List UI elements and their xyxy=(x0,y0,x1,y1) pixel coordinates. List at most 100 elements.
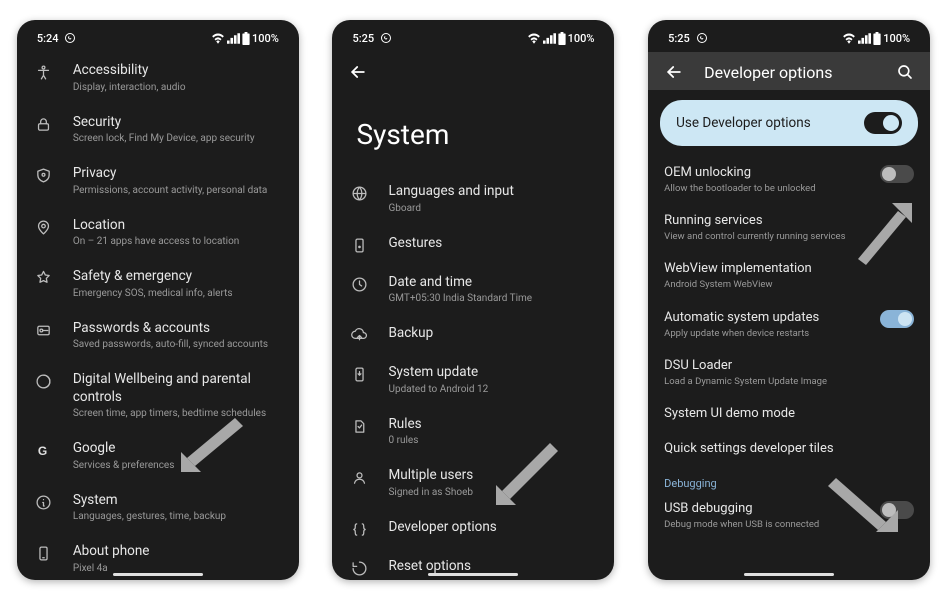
row-title: Privacy xyxy=(73,165,283,183)
row-title: Rules xyxy=(388,416,598,434)
row-subtitle: View and control currently running servi… xyxy=(664,231,914,243)
row-title: WebView implementation xyxy=(664,261,914,278)
settings-row-medical[interactable]: Safety & emergency Emergency SOS, medica… xyxy=(17,258,299,310)
system-row-braces[interactable]: Developer options xyxy=(332,509,614,548)
location-icon xyxy=(33,217,55,236)
key-icon xyxy=(33,320,55,339)
master-toggle-row[interactable]: Use Developer options xyxy=(660,100,918,146)
row-title: Languages and input xyxy=(388,183,598,201)
system-row-gesture[interactable]: Gestures xyxy=(332,225,614,264)
privacy-icon xyxy=(33,165,55,184)
phone-settings-main: 5:24 100% Accessibility Display, interac… xyxy=(17,20,299,580)
row-title: Location xyxy=(73,217,283,235)
row-subtitle: Gboard xyxy=(388,202,598,215)
dev-row-usb-debugging[interactable]: USB debugging Debug mode when USB is con… xyxy=(648,492,930,540)
status-bar: 5:25 100% xyxy=(332,20,614,52)
status-bar: 5:25 100% xyxy=(648,20,930,52)
signal-icon xyxy=(858,33,871,44)
row-subtitle: Apply update when device restarts xyxy=(664,328,862,340)
dev-row[interactable]: Quick settings developer tiles xyxy=(648,432,930,467)
row-subtitle: Updated to Android 12 xyxy=(388,383,598,396)
battery-icon xyxy=(558,32,566,45)
back-icon[interactable] xyxy=(348,62,368,82)
row-subtitle: Services & preferences xyxy=(73,459,283,472)
row-subtitle: Signed in as Shoeb xyxy=(388,486,598,499)
medical-icon xyxy=(33,268,55,287)
row-title: Gestures xyxy=(388,235,598,253)
lock-icon xyxy=(33,114,55,133)
row-title: System xyxy=(73,492,283,510)
settings-row-location[interactable]: Location On – 21 apps have access to loc… xyxy=(17,207,299,259)
row-title: System update xyxy=(388,364,598,382)
system-row-rules[interactable]: Rules 0 rules xyxy=(332,406,614,458)
info-icon xyxy=(33,492,55,511)
dev-row[interactable]: OEM unlocking Allow the bootloader to be… xyxy=(648,156,930,204)
row-subtitle: Screen time, app timers, bedtime schedul… xyxy=(73,407,283,420)
row-subtitle: Display, interaction, audio xyxy=(73,81,283,94)
dev-row[interactable]: System UI demo mode xyxy=(648,397,930,432)
battery-icon xyxy=(873,32,881,45)
settings-row-info[interactable]: System Languages, gestures, time, backup xyxy=(17,482,299,534)
settings-row-lock[interactable]: Security Screen lock, Find My Device, ap… xyxy=(17,104,299,156)
dev-row[interactable]: Running services View and control curren… xyxy=(648,204,930,252)
row-title: USB debugging xyxy=(664,501,862,518)
wifi-icon xyxy=(211,33,225,44)
row-title: Running services xyxy=(664,213,914,230)
row-subtitle: Android System WebView xyxy=(664,279,914,291)
nav-handle[interactable] xyxy=(428,573,518,577)
dev-row[interactable]: DSU Loader Load a Dynamic System Update … xyxy=(648,349,930,397)
settings-row-privacy[interactable]: Privacy Permissions, account activity, p… xyxy=(17,155,299,207)
system-row-clock[interactable]: Date and time GMT+05:30 India Standard T… xyxy=(332,264,614,316)
row-subtitle: Emergency SOS, medical info, alerts xyxy=(73,287,283,300)
settings-row-google[interactable]: G Google Services & preferences xyxy=(17,430,299,482)
system-row-users[interactable]: Multiple users Signed in as Shoeb xyxy=(332,457,614,509)
master-toggle[interactable] xyxy=(864,112,902,134)
toggle[interactable] xyxy=(880,501,914,519)
accessibility-icon xyxy=(33,62,55,81)
system-row-update[interactable]: System update Updated to Android 12 xyxy=(332,354,614,406)
backup-icon xyxy=(348,325,370,344)
row-subtitle: Saved passwords, auto-fill, synced accou… xyxy=(73,338,283,351)
status-bar: 5:24 100% xyxy=(17,20,299,52)
row-subtitle: Permissions, account activity, personal … xyxy=(73,184,283,197)
whatsapp-icon xyxy=(380,32,392,44)
row-title: Developer options xyxy=(388,519,598,537)
row-title: Safety & emergency xyxy=(73,268,283,286)
system-row-globe[interactable]: Languages and input Gboard xyxy=(332,173,614,225)
phone-icon xyxy=(33,543,55,562)
system-row-backup[interactable]: Backup xyxy=(332,315,614,354)
row-subtitle: Allow the bootloader to be unlocked xyxy=(664,183,862,195)
battery-percent: 100% xyxy=(883,32,910,45)
signal-icon xyxy=(543,33,556,44)
dev-row[interactable]: WebView implementation Android System We… xyxy=(648,252,930,300)
nav-handle[interactable] xyxy=(744,573,834,577)
nav-handle[interactable] xyxy=(113,573,203,577)
whatsapp-icon xyxy=(696,32,708,44)
row-title: About phone xyxy=(73,543,283,561)
settings-list: Accessibility Display, interaction, audi… xyxy=(17,52,299,580)
dev-options-list: OEM unlocking Allow the bootloader to be… xyxy=(648,156,930,580)
settings-row-accessibility[interactable]: Accessibility Display, interaction, audi… xyxy=(17,52,299,104)
row-title: OEM unlocking xyxy=(664,165,862,182)
row-subtitle: Load a Dynamic System Update Image xyxy=(664,376,914,388)
row-title: Accessibility xyxy=(73,62,283,80)
row-subtitle: Debug mode when USB is connected xyxy=(664,519,862,531)
master-toggle-label: Use Developer options xyxy=(676,115,811,131)
settings-row-wellbeing[interactable]: Digital Wellbeing and parental controls … xyxy=(17,361,299,430)
back-icon[interactable] xyxy=(664,62,684,82)
system-list: Languages and input Gboard Gestures Date… xyxy=(332,173,614,580)
toggle[interactable] xyxy=(880,310,914,328)
row-title: Google xyxy=(73,440,283,458)
status-time: 5:24 xyxy=(37,32,59,45)
row-subtitle: GMT+05:30 India Standard Time xyxy=(388,292,598,305)
toggle[interactable] xyxy=(880,165,914,183)
settings-row-key[interactable]: Passwords & accounts Saved passwords, au… xyxy=(17,310,299,362)
status-time: 5:25 xyxy=(668,32,690,45)
search-icon[interactable] xyxy=(896,63,914,81)
globe-icon xyxy=(348,183,370,202)
battery-percent: 100% xyxy=(252,32,279,45)
row-title: Multiple users xyxy=(388,467,598,485)
dev-row[interactable]: Automatic system updates Apply update wh… xyxy=(648,301,930,349)
row-subtitle: Languages, gestures, time, backup xyxy=(73,510,283,523)
braces-icon xyxy=(348,519,370,538)
